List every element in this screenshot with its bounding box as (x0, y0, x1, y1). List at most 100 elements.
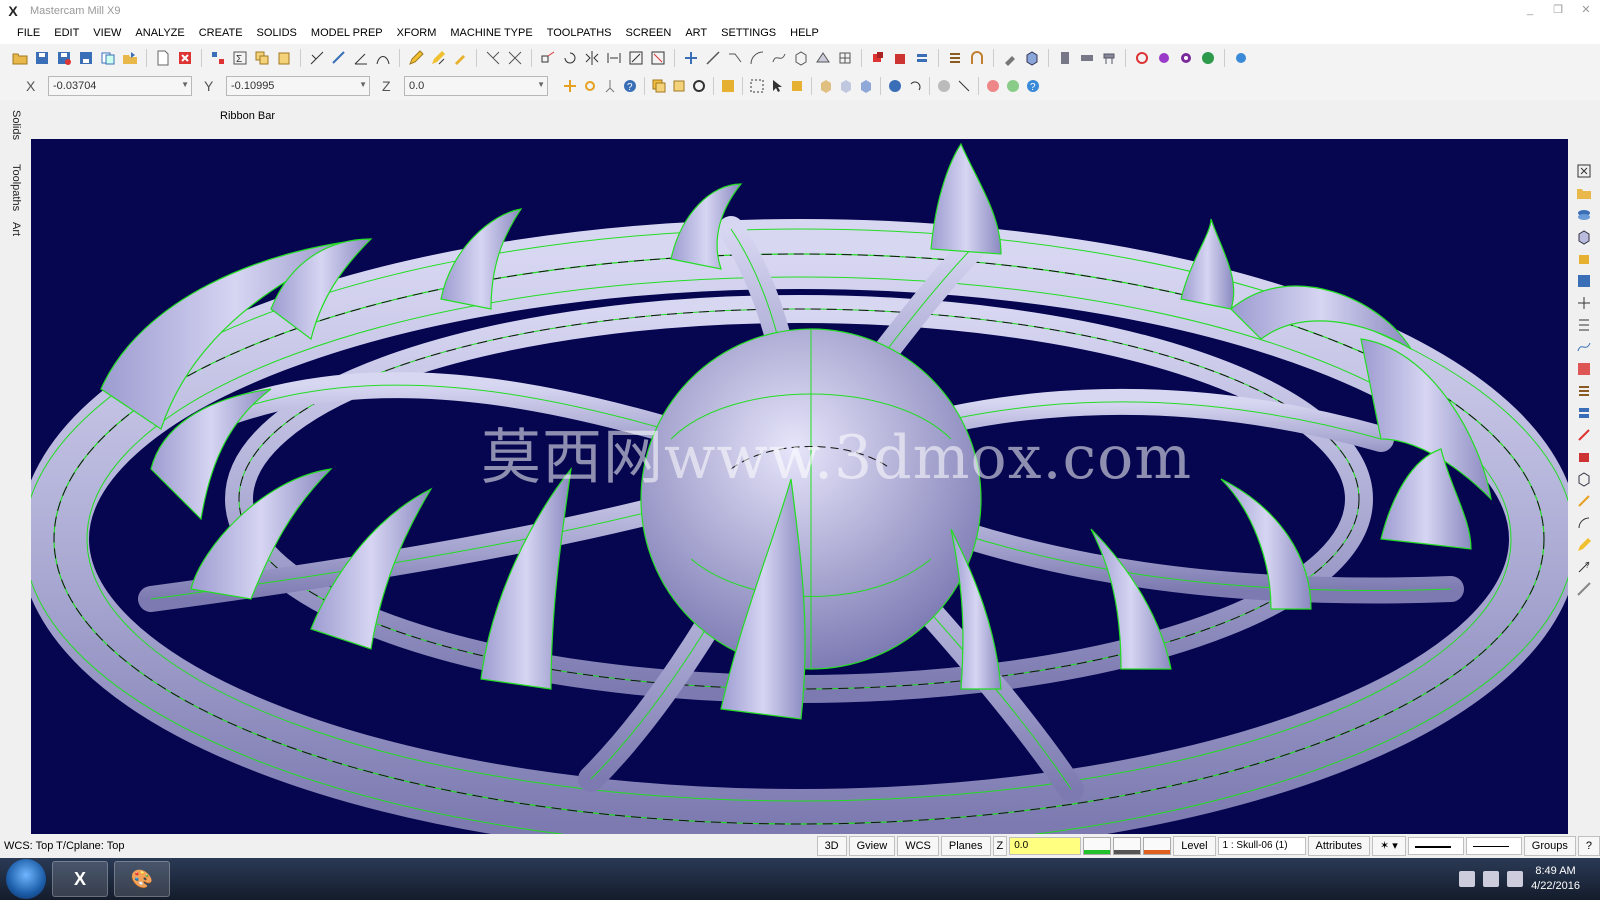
cube-iso-icon[interactable] (856, 76, 876, 96)
offset-icon[interactable] (604, 48, 624, 68)
line-style-select[interactable] (1407, 837, 1464, 855)
backplot-icon[interactable] (1132, 48, 1152, 68)
help-icon[interactable]: ? (620, 76, 640, 96)
edit-chain-icon[interactable] (428, 48, 448, 68)
surface-icon[interactable] (813, 48, 833, 68)
trim-icon[interactable] (483, 48, 503, 68)
list-view-icon[interactable] (1575, 382, 1593, 400)
align-icon[interactable] (1575, 316, 1593, 334)
menu-file[interactable]: FILE (10, 22, 47, 44)
y-coordinate-input[interactable]: -0.10995 ▼ (226, 76, 370, 96)
gview-button[interactable]: Gview (848, 836, 896, 856)
select-solid-icon[interactable] (787, 76, 807, 96)
rotate-icon[interactable] (560, 48, 580, 68)
spline-icon[interactable] (769, 48, 789, 68)
save-some-icon[interactable] (76, 48, 96, 68)
mastercam-taskbar-icon[interactable]: X (52, 861, 108, 897)
graphics-viewport[interactable]: 莫西网www.3dmox.com (31, 139, 1568, 834)
copy-icon[interactable] (252, 48, 272, 68)
fit-icon[interactable] (1575, 162, 1593, 180)
shell-icon[interactable] (1575, 470, 1593, 488)
polyline-icon[interactable] (725, 48, 745, 68)
start-button-icon[interactable] (6, 859, 46, 899)
solid-extrude-icon[interactable] (868, 48, 888, 68)
selection-icon[interactable] (600, 76, 620, 96)
3d-toggle-button[interactable]: 3D (816, 836, 847, 856)
action-center-icon[interactable] (1507, 871, 1524, 887)
link-icon[interactable] (1575, 426, 1593, 444)
pencil-tool-icon[interactable] (1575, 536, 1593, 554)
verify-icon[interactable] (1154, 48, 1174, 68)
menu-edit[interactable]: EDIT (47, 22, 86, 44)
menu-settings[interactable]: SETTINGS (714, 22, 783, 44)
router-icon[interactable] (1099, 48, 1119, 68)
solid-box-icon[interactable] (1575, 250, 1593, 268)
level-label[interactable]: Level (1173, 836, 1216, 856)
pointer-icon[interactable] (767, 76, 787, 96)
network-icon[interactable] (1483, 871, 1500, 887)
save-as-icon[interactable] (54, 48, 74, 68)
snap-icon[interactable] (580, 76, 600, 96)
help-button[interactable]: ? (1577, 836, 1600, 856)
stack-icon[interactable] (1575, 404, 1593, 422)
level-select[interactable]: 1 : Skull-06 (1) (1217, 837, 1306, 855)
undo-view-icon[interactable] (905, 76, 925, 96)
list-icon[interactable] (945, 48, 965, 68)
stop-icon[interactable] (983, 76, 1003, 96)
solid-layers-icon[interactable] (912, 48, 932, 68)
save-icon[interactable] (1575, 272, 1593, 290)
tab-art[interactable]: Art (10, 222, 22, 236)
restore-button[interactable]: ❐ (1544, 0, 1572, 22)
gear-icon[interactable] (1176, 48, 1196, 68)
wireframe-icon[interactable] (835, 48, 855, 68)
fillet-icon[interactable] (1575, 492, 1593, 510)
tab-solids[interactable]: Solids (10, 110, 22, 140)
check-icon[interactable] (1003, 76, 1023, 96)
paste-icon[interactable] (274, 48, 294, 68)
contour-icon[interactable] (373, 48, 393, 68)
hide-icon[interactable] (934, 76, 954, 96)
merge-icon[interactable] (98, 48, 118, 68)
attributes-button[interactable]: Attributes (1307, 836, 1370, 856)
show-hidden-icons-icon[interactable] (1459, 871, 1476, 887)
level-list-icon[interactable] (669, 76, 689, 96)
break-icon[interactable] (505, 48, 525, 68)
stretch-icon[interactable] (648, 48, 668, 68)
angle-icon[interactable] (351, 48, 371, 68)
save-icon[interactable] (32, 48, 52, 68)
fast-point-icon[interactable] (560, 76, 580, 96)
curve-icon[interactable] (1575, 338, 1593, 356)
menu-machine-type[interactable]: MACHINE TYPE (443, 22, 539, 44)
move-icon[interactable] (1575, 294, 1593, 312)
z-coordinate-input[interactable]: 0.0 ▼ (404, 76, 548, 96)
rotate-view-icon[interactable] (689, 76, 709, 96)
layers-icon[interactable] (1575, 206, 1593, 224)
menu-solids[interactable]: SOLIDS (250, 22, 304, 44)
chevron-down-icon[interactable]: ▼ (359, 80, 367, 89)
point-style-select[interactable]: ✶ ▾ (1372, 836, 1406, 856)
surface-color-button[interactable] (1143, 837, 1172, 855)
menu-create[interactable]: CREATE (192, 22, 250, 44)
sum-icon[interactable]: Σ (230, 48, 250, 68)
menu-help[interactable]: HELP (783, 22, 826, 44)
new-file-icon[interactable] (153, 48, 173, 68)
mirror-icon[interactable] (582, 48, 602, 68)
measure-icon[interactable] (329, 48, 349, 68)
cube-icon[interactable] (1575, 228, 1593, 246)
arch-icon[interactable] (967, 48, 987, 68)
planes-button[interactable]: Planes (940, 836, 991, 856)
delete-icon[interactable] (175, 48, 195, 68)
lathe-icon[interactable] (1077, 48, 1097, 68)
pencil-icon[interactable] (406, 48, 426, 68)
line-icon[interactable] (703, 48, 723, 68)
box-icon[interactable] (791, 48, 811, 68)
menu-model-prep[interactable]: MODEL PREP (304, 22, 390, 44)
arc-icon[interactable] (747, 48, 767, 68)
convert-icon[interactable] (120, 48, 140, 68)
menu-view[interactable]: VIEW (86, 22, 128, 44)
line-width-select[interactable] (1465, 837, 1522, 855)
chook-icon[interactable] (1231, 48, 1251, 68)
post-icon[interactable] (1198, 48, 1218, 68)
tab-toolpaths[interactable]: Toolpaths (10, 164, 22, 211)
z-depth-input[interactable]: 0.0 (1009, 837, 1082, 855)
